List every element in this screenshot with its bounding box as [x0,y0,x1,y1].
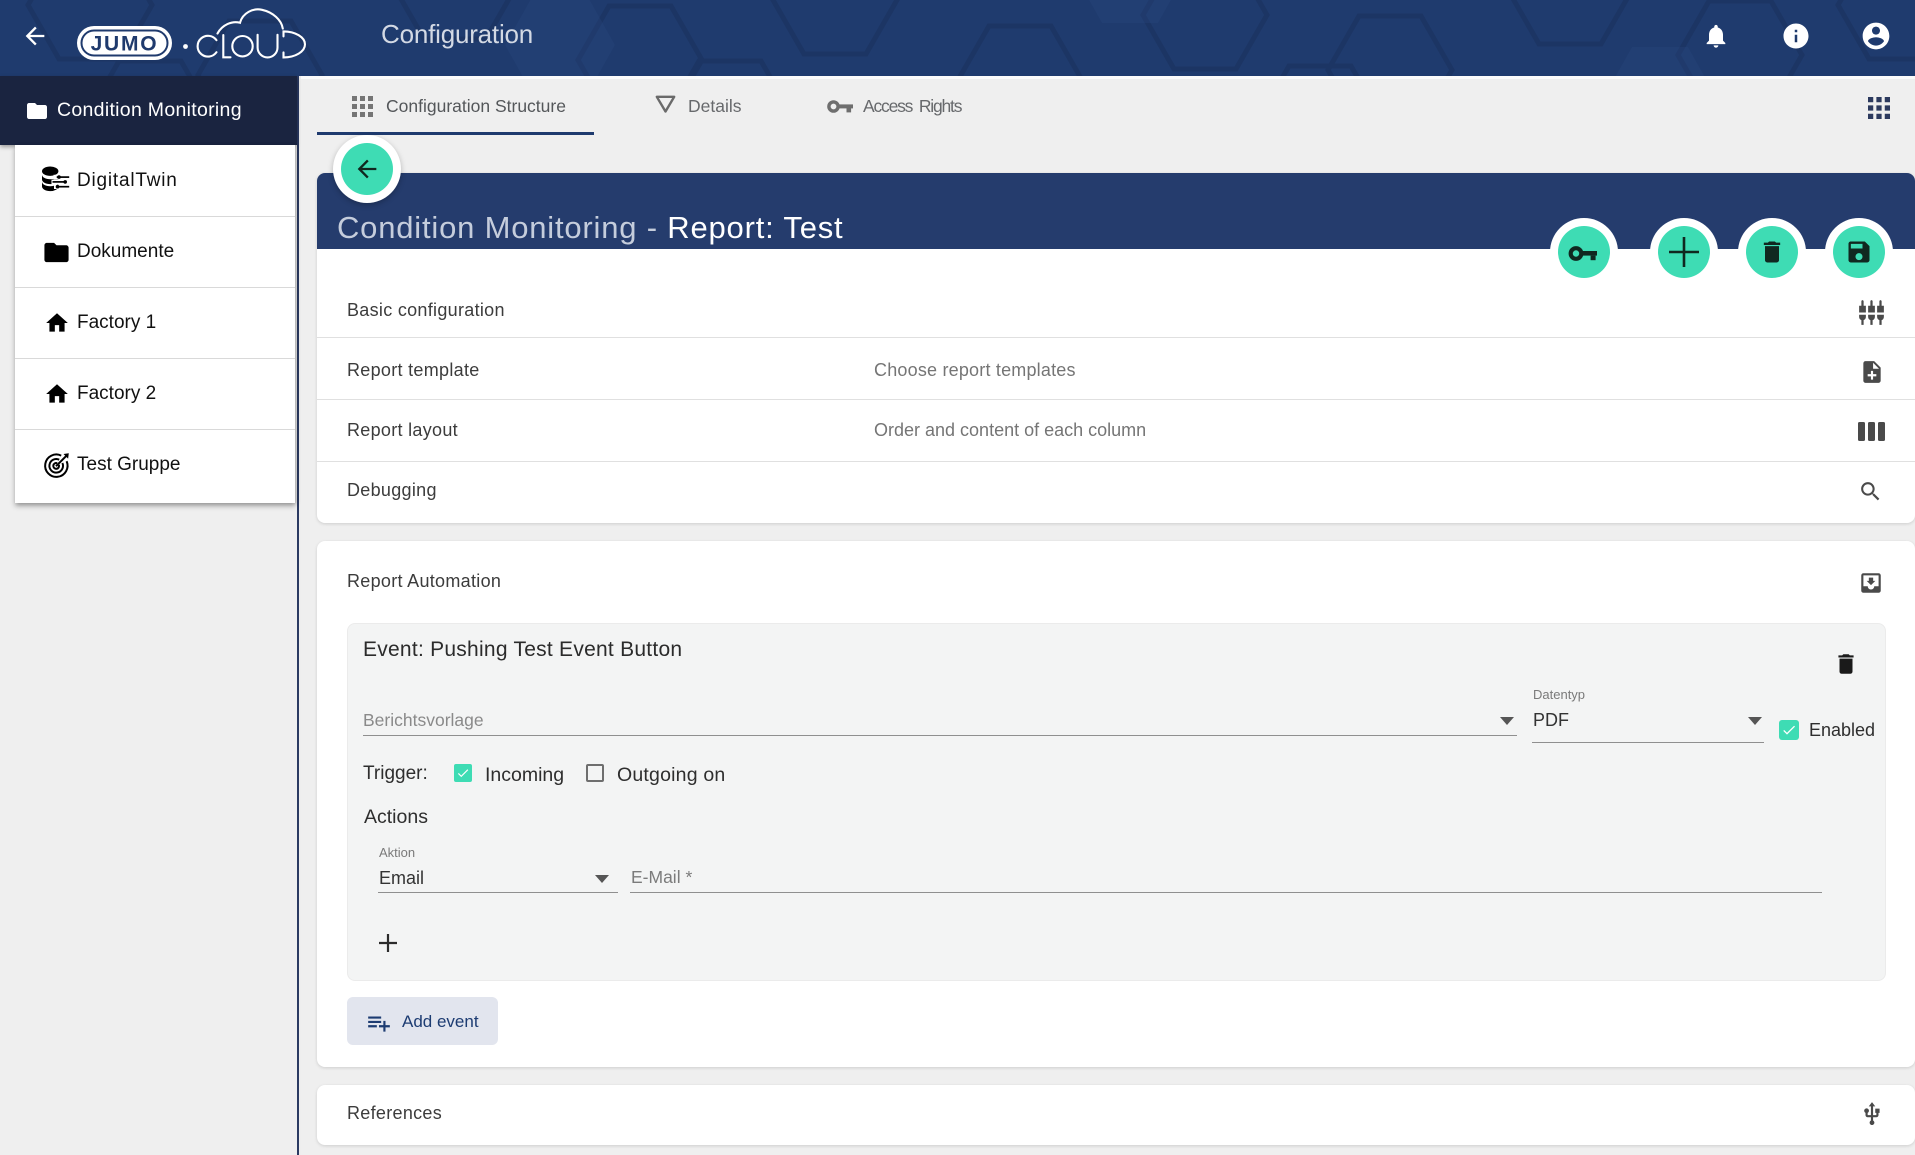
svg-text:JUMO: JUMO [91,33,159,56]
